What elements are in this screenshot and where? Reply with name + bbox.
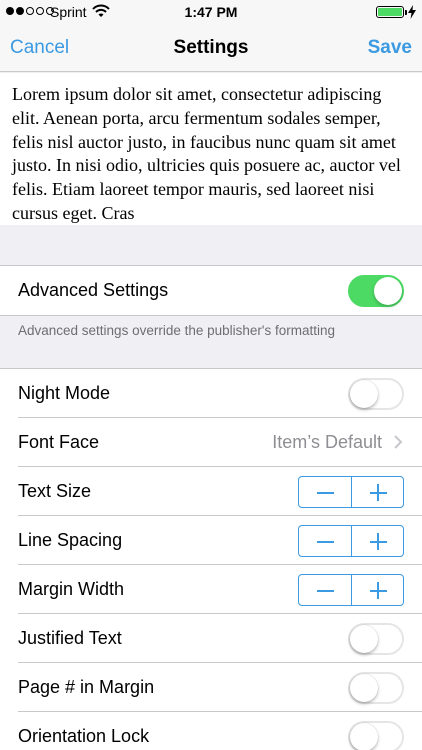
justified-text-label: Justified Text bbox=[18, 628, 122, 648]
orientation-lock-label: Orientation Lock bbox=[18, 726, 150, 746]
advanced-settings-footer: Advanced settings override the publisher… bbox=[18, 323, 335, 338]
status-bar: Sprint 1:47 PM bbox=[0, 0, 422, 24]
margin-width-stepper bbox=[298, 574, 404, 606]
night-mode-toggle[interactable] bbox=[348, 378, 404, 410]
nav-bar: Cancel Settings Save bbox=[0, 24, 422, 72]
margin-width-label: Margin Width bbox=[18, 579, 125, 599]
battery-icon bbox=[376, 6, 407, 18]
margin-width-increase-button[interactable] bbox=[350, 575, 404, 605]
text-preview: Lorem ipsum dolor sit amet, consectetur … bbox=[0, 73, 422, 225]
font-face-value: Item’s Default bbox=[272, 432, 382, 452]
minus-icon bbox=[317, 541, 334, 543]
page-number-row[interactable]: Page # in Margin bbox=[0, 663, 422, 712]
chevron-right-icon bbox=[394, 435, 403, 449]
font-face-row[interactable]: Font Face Item’s Default bbox=[0, 418, 422, 467]
advanced-settings-label: Advanced Settings bbox=[18, 280, 169, 300]
status-time: 1:47 PM bbox=[184, 4, 238, 20]
margin-width-row: Margin Width bbox=[0, 565, 422, 614]
text-size-row: Text Size bbox=[0, 467, 422, 516]
advanced-settings-toggle[interactable] bbox=[348, 275, 404, 307]
charging-icon bbox=[408, 5, 416, 19]
justified-text-row[interactable]: Justified Text bbox=[0, 614, 422, 663]
line-spacing-increase-button[interactable] bbox=[350, 526, 404, 556]
minus-icon bbox=[317, 492, 334, 494]
save-button[interactable]: Save bbox=[368, 37, 412, 59]
orientation-lock-toggle[interactable] bbox=[348, 721, 404, 750]
text-size-label: Text Size bbox=[18, 481, 92, 501]
line-spacing-row: Line Spacing bbox=[0, 516, 422, 565]
line-spacing-label: Line Spacing bbox=[18, 530, 123, 550]
margin-width-decrease-button[interactable] bbox=[299, 575, 351, 605]
orientation-lock-row[interactable]: Orientation Lock bbox=[0, 712, 422, 750]
line-spacing-decrease-button[interactable] bbox=[299, 526, 351, 556]
text-size-decrease-button[interactable] bbox=[299, 477, 351, 507]
text-size-stepper bbox=[298, 476, 404, 508]
line-spacing-stepper bbox=[298, 525, 404, 557]
text-size-increase-button[interactable] bbox=[350, 477, 404, 507]
minus-icon bbox=[317, 590, 334, 592]
page-number-label: Page # in Margin bbox=[18, 677, 155, 697]
page-title: Settings bbox=[173, 37, 249, 58]
page-number-toggle[interactable] bbox=[348, 672, 404, 704]
night-mode-label: Night Mode bbox=[18, 383, 111, 403]
settings-group: Night Mode Font Face Item’s Default Text… bbox=[0, 369, 422, 750]
night-mode-row[interactable]: Night Mode bbox=[0, 369, 422, 418]
font-face-label: Font Face bbox=[18, 432, 100, 452]
justified-text-toggle[interactable] bbox=[348, 623, 404, 655]
advanced-settings-cell: Advanced Settings bbox=[0, 266, 422, 315]
preview-text: Lorem ipsum dolor sit amet, consectetur … bbox=[12, 84, 401, 223]
advanced-settings-row[interactable]: Advanced Settings bbox=[0, 266, 422, 315]
